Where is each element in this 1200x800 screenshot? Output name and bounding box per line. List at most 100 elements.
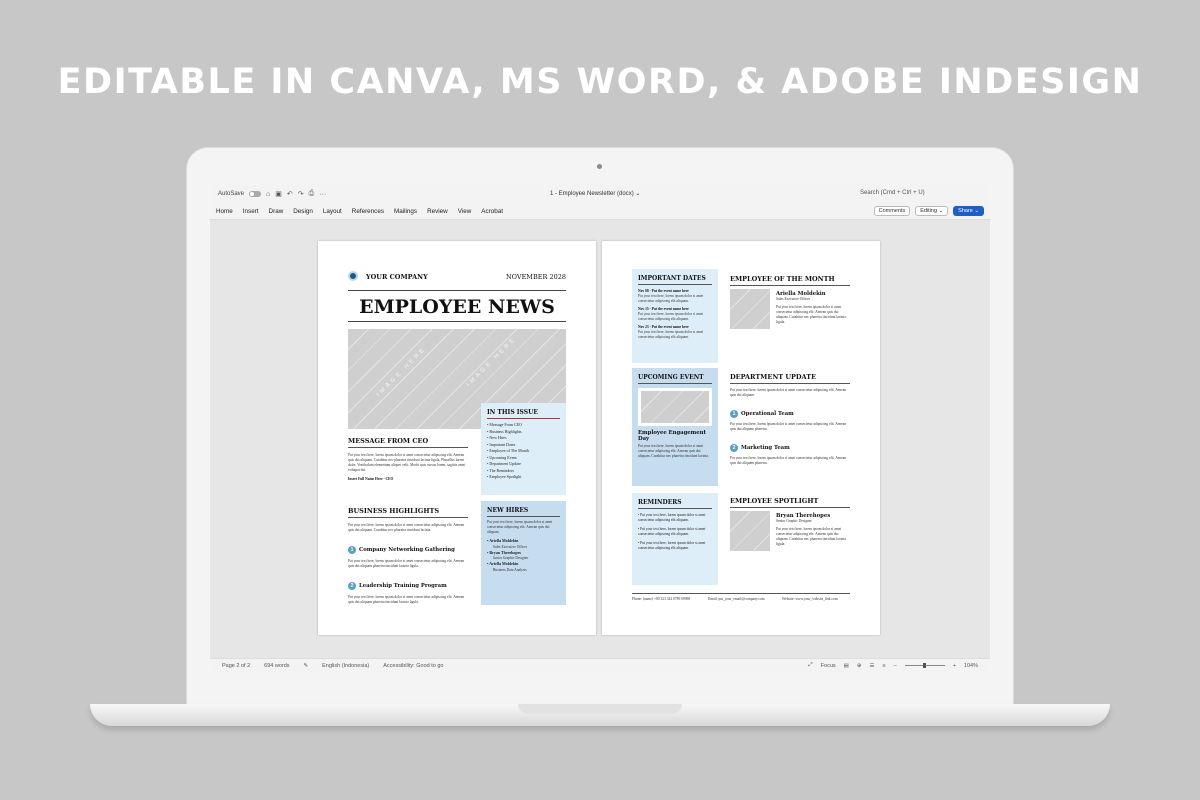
event-image-placeholder xyxy=(638,388,712,426)
more-icon[interactable]: ··· xyxy=(319,191,326,198)
company-logo-icon xyxy=(348,271,358,281)
eom-photo-placeholder xyxy=(730,289,770,329)
proofing-icon[interactable]: ✎ xyxy=(304,663,309,669)
image-here-label: IMAGE HERE xyxy=(375,345,428,399)
zoom-in-button[interactable]: + xyxy=(953,663,956,669)
draft-icon[interactable]: ≡ xyxy=(882,663,885,669)
new-hires-body: Put your text here, lorem ipsum dolor si… xyxy=(487,520,553,534)
important-dates-box: IMPORTANT DATES Nov 08 - Put the event n… xyxy=(632,269,718,363)
word-count[interactable]: 694 words xyxy=(264,663,289,669)
department-update-section: DEPARTMENT UPDATE Put your text here, lo… xyxy=(730,373,850,466)
eom-role: Sales Executive Officer xyxy=(776,297,811,301)
in-this-issue-box: IN THIS ISSUE Message From CEO Business … xyxy=(481,403,566,495)
date-item-body: Put your text here, lorem ipsum dolor si… xyxy=(638,294,704,303)
document-page-1[interactable]: YOUR COMPANY NOVEMBER 2028 EMPLOYEE NEWS… xyxy=(318,241,596,635)
dept-item-body: Put your text here, lorem ipsum dolor si… xyxy=(730,456,847,465)
tab-acrobat[interactable]: Acrobat xyxy=(481,208,503,215)
highlight-title: Leadership Training Program xyxy=(359,583,447,589)
upcoming-event-box: UPCOMING EVENT Employee Engagement Day P… xyxy=(632,368,718,486)
autosave-toggle[interactable] xyxy=(249,191,262,197)
document-title[interactable]: 1 - Employee Newsletter (docx) ⌄ xyxy=(550,190,640,197)
editing-button[interactable]: Editing ⌄ xyxy=(915,206,949,216)
title-rule xyxy=(348,321,566,322)
print-layout-icon[interactable]: ▤ xyxy=(844,663,849,669)
upcoming-event-title: UPCOMING EVENT xyxy=(638,374,712,384)
tab-review[interactable]: Review xyxy=(427,208,448,215)
search-input[interactable]: Search (Cmd + Ctrl + U) xyxy=(860,190,925,196)
highlights-title: BUSINESS HIGHLIGHTS xyxy=(348,507,468,518)
ceo-title: MESSAGE FROM CEO xyxy=(348,437,468,448)
autosave-label: AutoSave xyxy=(218,191,245,197)
new-hires-list: Ariella Moldekin Sales Executive Officer… xyxy=(487,538,560,573)
promo-banner: EDITABLE IN CANVA, MS WORD, & ADOBE INDE… xyxy=(57,62,1143,102)
number-badge: 1 xyxy=(348,546,356,554)
web-layout-icon[interactable]: ⊕ xyxy=(857,663,862,669)
tab-layout[interactable]: Layout xyxy=(323,208,342,215)
dept-item: 1 Operational Team Put your text here, lo… xyxy=(730,402,850,432)
save-icon[interactable]: ▣ xyxy=(275,190,282,198)
outline-icon[interactable]: ☰ xyxy=(869,663,874,669)
date-item-body: Put your text here, lorem ipsum dolor si… xyxy=(638,312,704,321)
dept-item-title: Marketing Team xyxy=(741,445,790,451)
highlights-intro: Put your text here, lorem ipsum dolor si… xyxy=(348,523,465,532)
language-label[interactable]: English (Indonesia) xyxy=(322,663,369,669)
image-here-label: IMAGE HERE xyxy=(465,335,518,389)
redo-icon[interactable]: ↷ xyxy=(298,190,304,198)
comments-button[interactable]: Comments xyxy=(873,206,911,216)
undo-icon[interactable]: ↶ xyxy=(287,190,293,198)
in-this-issue-title: IN THIS ISSUE xyxy=(487,409,560,419)
dept-item-body: Put your text here, lorem ipsum dolor si… xyxy=(730,422,847,431)
home-icon[interactable]: ⌂ xyxy=(266,191,270,198)
reminders-title: REMINDERS xyxy=(638,499,712,509)
eom-title: EMPLOYEE OF THE MONTH xyxy=(730,275,850,286)
highlights-section: BUSINESS HIGHLIGHTS Put your text here, … xyxy=(348,507,468,605)
company-name: YOUR COMPANY xyxy=(366,273,428,281)
tab-insert[interactable]: Insert xyxy=(243,208,259,215)
eom-info: Ariella Moldekin Sales Executive Officer… xyxy=(776,291,850,325)
focus-label[interactable]: Focus xyxy=(821,663,836,669)
footer-website: Website: www.your_website_link.com xyxy=(782,597,838,601)
print-icon[interactable]: ⎙ xyxy=(309,190,315,198)
spotlight-info: Bryan Therehopes Senior Graphic Designer… xyxy=(776,513,850,547)
zoom-slider[interactable] xyxy=(904,663,945,668)
status-bar: Page 2 of 2 694 words ✎ English (Indones… xyxy=(210,658,990,672)
tab-view[interactable]: View xyxy=(458,208,472,215)
document-page-2[interactable]: IMPORTANT DATES Nov 08 - Put the event n… xyxy=(602,241,880,635)
focus-icon[interactable]: ⤢ xyxy=(808,662,812,669)
list-item: Employee Spotlight xyxy=(487,474,560,481)
number-badge: 2 xyxy=(348,582,356,590)
reminder-item: Put your text here, lorem ipsum dolor si… xyxy=(638,527,712,537)
important-dates-title: IMPORTANT DATES xyxy=(638,275,712,285)
accessibility-status[interactable]: Accessibility: Good to go xyxy=(383,663,443,669)
employee-spotlight-section: EMPLOYEE SPOTLIGHT Bryan Therehopes Seni… xyxy=(730,497,850,551)
event-body: Put your text here, lorem ipsum dolor si… xyxy=(638,444,709,458)
tab-draw[interactable]: Draw xyxy=(269,208,284,215)
dept-intro: Put your text here, lorem ipsum dolor si… xyxy=(730,388,847,397)
eom-body: Put your text here, lorem ipsum dolor si… xyxy=(776,305,846,324)
share-button[interactable]: Share ⌄ xyxy=(953,206,984,216)
page-count[interactable]: Page 2 of 2 xyxy=(222,663,250,669)
tab-home[interactable]: Home xyxy=(216,208,233,215)
tab-mailings[interactable]: Mailings xyxy=(394,208,417,215)
title-bar: AutoSave ⌂ ▣ ↶ ↷ ⎙ ··· 1 - Employee News… xyxy=(210,184,990,204)
reminders-list: Put your text here, lorem ipsum dolor si… xyxy=(638,513,712,551)
word-window: AutoSave ⌂ ▣ ↶ ↷ ⎙ ··· 1 - Employee News… xyxy=(210,184,990,672)
camera-icon xyxy=(597,164,602,169)
reminder-item: Put your text here, lorem ipsum dolor si… xyxy=(638,513,712,523)
zoom-level[interactable]: 104% xyxy=(964,663,978,669)
footer-rule xyxy=(632,593,850,594)
spotlight-body: Put your text here, lorem ipsum dolor si… xyxy=(776,527,846,546)
tab-design[interactable]: Design xyxy=(293,208,313,215)
footer-phone: Phone: (name) +00 123 342 0789 09098 xyxy=(632,597,691,601)
highlight-body: Put your text here, lorem ipsum dolor si… xyxy=(348,595,465,604)
dept-item-title: Operational Team xyxy=(741,411,794,417)
zoom-out-button[interactable]: – xyxy=(894,663,897,669)
tab-references[interactable]: References xyxy=(352,208,384,215)
hire-role: Business Data Analysis xyxy=(493,567,527,572)
dept-item: 2 Marketing Team Put your text here, lore… xyxy=(730,436,850,466)
employee-of-month-section: EMPLOYEE OF THE MONTH Ariella Moldekin S… xyxy=(730,275,850,329)
new-hires-box: NEW HIRES Put your text here, lorem ipsu… xyxy=(481,501,566,605)
highlight-body: Put your text here, lorem ipsum dolor si… xyxy=(348,559,465,568)
ceo-signature: Insert Full Name Here - CEO xyxy=(348,477,394,481)
number-badge: 2 xyxy=(730,444,738,452)
